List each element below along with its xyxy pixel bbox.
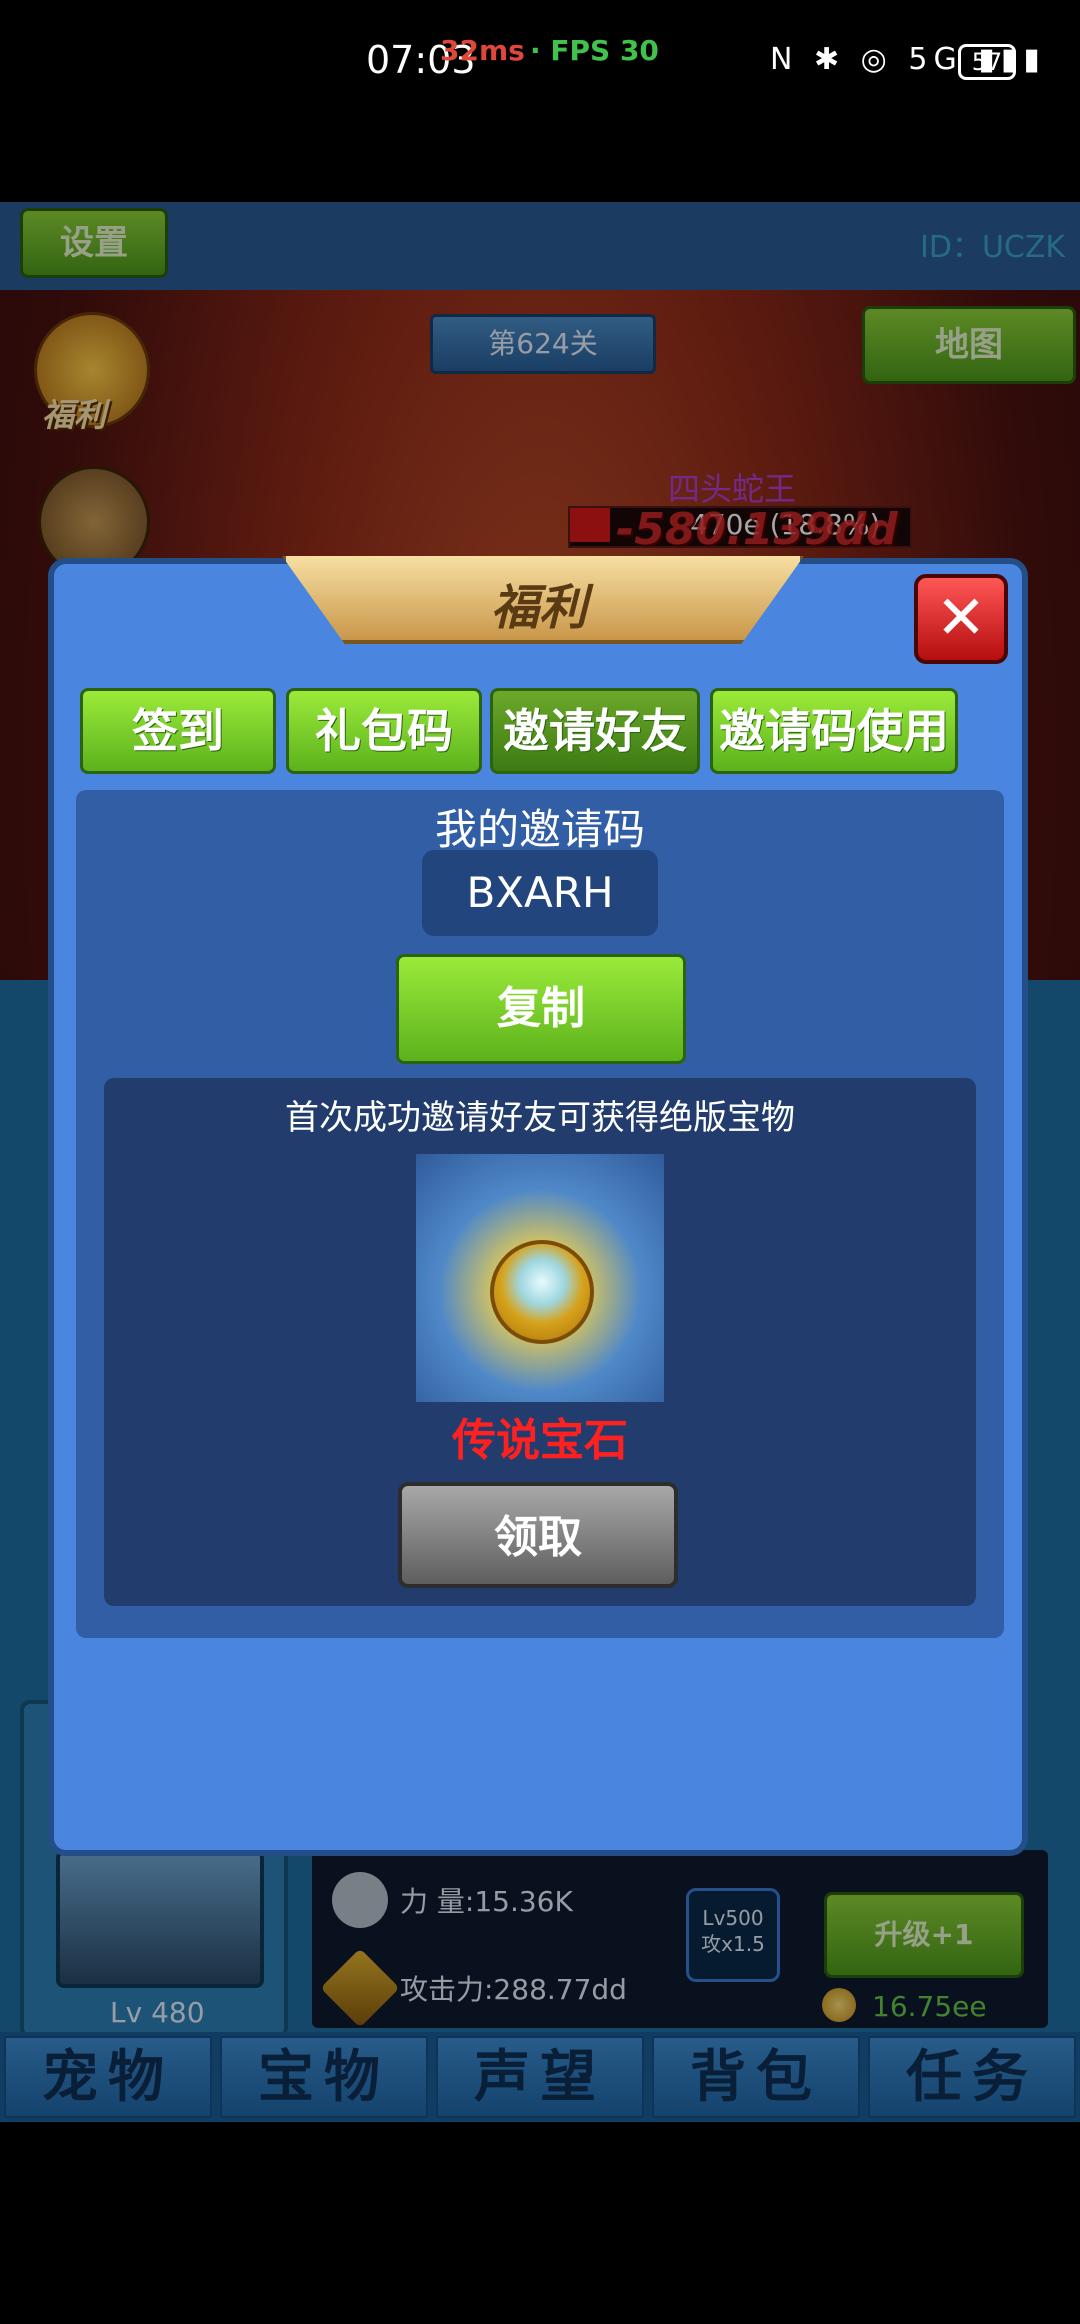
bottom-letterbox [0,2122,1080,2324]
invite-code-value: BXARH [422,850,658,936]
tab-use-invite-code[interactable]: 邀请码使用 [710,688,958,774]
battery-icon: 57 [958,44,1016,80]
copy-button[interactable]: 复制 [396,954,686,1064]
latency-readout: 32ms [440,34,525,67]
close-button[interactable]: ✕ [914,574,1008,664]
tab-invite-friends[interactable]: 邀请好友 [490,688,700,774]
reward-description: 首次成功邀请好友可获得绝版宝物 [285,1098,795,1138]
gem-icon [490,1240,594,1344]
reward-name: 传说宝石 [452,1415,628,1466]
my-invite-code-label: 我的邀请码 [434,805,645,854]
fps-readout: · FPS 30 [530,34,659,67]
dialog-title: 福利 [490,580,587,636]
close-icon: ✕ [935,583,987,653]
claim-button[interactable]: 领取 [398,1482,678,1588]
tab-gift-code[interactable]: 礼包码 [286,688,482,774]
status-bar: 07:03 32ms · FPS 30 N ✱ ◎ 5G ▮▮▮ 57 [0,0,1080,130]
tab-sign-in[interactable]: 签到 [80,688,276,774]
